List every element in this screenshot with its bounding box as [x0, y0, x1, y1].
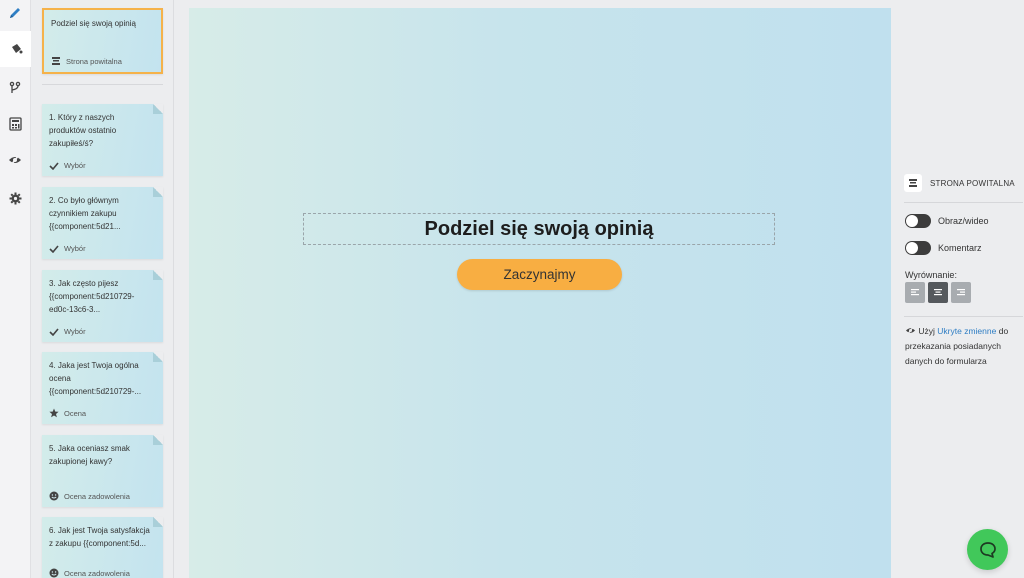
welcome-page-icon [904, 174, 922, 192]
question-text: 3. Jak często pijesz {{component:5d21072… [49, 279, 135, 314]
gear-icon[interactable] [5, 188, 25, 208]
alignment-label: Wyrównanie: [905, 270, 957, 280]
align-left-button[interactable] [905, 282, 925, 303]
welcome-card-title: Podziel się swoją opinią [51, 19, 136, 28]
divider [904, 316, 1023, 317]
media-toggle[interactable] [905, 214, 931, 228]
settings-panel: STRONA POWITALNA Obraz/wideo Komentarz W… [891, 0, 1024, 578]
question-type-label: Ocena zadowolenia [64, 568, 130, 578]
comment-toggle-label: Komentarz [938, 243, 982, 253]
note-prefix: Użyj [918, 326, 935, 336]
calculator-icon[interactable] [5, 114, 25, 134]
check-icon [49, 244, 59, 253]
align-right-icon [957, 289, 965, 296]
star-icon [49, 408, 59, 418]
welcome-page-card[interactable]: Podziel się swoją opinią Strona powitaln… [42, 8, 163, 74]
check-icon [49, 327, 59, 336]
question-type-label: Wybór [64, 327, 86, 336]
align-center-icon [934, 289, 942, 296]
pencil-icon[interactable] [5, 3, 25, 23]
question-card[interactable]: 1. Który z naszych produktów ostatnio za… [42, 104, 163, 176]
start-button[interactable]: Zaczynajmy [457, 259, 622, 290]
hidden-variables-link[interactable]: Ukryte zmienne [937, 326, 996, 336]
media-toggle-row: Obraz/wideo [905, 214, 989, 228]
smiley-icon [49, 491, 59, 501]
question-type-label: Ocena zadowolenia [64, 491, 130, 501]
question-type-label: Wybór [64, 244, 86, 253]
form-preview-canvas: Podziel się swoją opinią Zaczynajmy [189, 8, 891, 578]
hidden-variables-note: Użyj Ukryte zmienne do przekazania posia… [905, 324, 1023, 369]
chat-support-button[interactable] [967, 529, 1008, 570]
left-tool-rail [0, 0, 31, 578]
align-left-icon [911, 289, 919, 296]
divider [904, 202, 1023, 203]
comment-toggle-row: Komentarz [905, 241, 982, 255]
question-card[interactable]: 4. Jaka jest Twoja ogólna ocena {{compon… [42, 352, 163, 424]
panel-title: STRONA POWITALNA [930, 178, 1015, 188]
media-toggle-label: Obraz/wideo [938, 216, 989, 226]
question-text: 2. Co było głównym czynnikiem zakupu {{c… [49, 196, 121, 231]
welcome-page-icon [52, 57, 60, 65]
question-card[interactable]: 2. Co było głównym czynnikiem zakupu {{c… [42, 187, 163, 259]
welcome-heading-box[interactable]: Podziel się swoją opinią [303, 213, 775, 245]
comment-toggle[interactable] [905, 241, 931, 255]
welcome-heading[interactable]: Podziel się swoją opinią [425, 218, 654, 241]
question-text: 5. Jaka oceniasz smak zakupionej kawy? [49, 444, 130, 466]
divider [42, 84, 163, 85]
question-list: Podziel się swoją opinią Strona powitaln… [31, 0, 174, 578]
align-right-button[interactable] [951, 282, 971, 303]
question-card[interactable]: 5. Jaka oceniasz smak zakupionej kawy? O… [42, 435, 163, 507]
question-text: 6. Jak jest Twoja satysfakcja z zakupu {… [49, 526, 150, 548]
hidden-eye-icon [906, 326, 915, 335]
panel-header: STRONA POWITALNA [904, 174, 1015, 192]
question-text: 1. Który z naszych produktów ostatnio za… [49, 113, 117, 148]
hidden-eye-icon[interactable] [5, 150, 25, 170]
question-type-label: Ocena [64, 408, 87, 418]
chat-bubble-icon [979, 541, 996, 558]
smiley-icon [49, 568, 59, 578]
align-center-button[interactable] [928, 282, 948, 303]
branch-icon[interactable] [5, 78, 25, 98]
welcome-card-type: Strona powitalna [66, 56, 122, 66]
question-card[interactable]: 3. Jak często pijesz {{component:5d21072… [42, 270, 163, 342]
question-text: 4. Jaka jest Twoja ogólna ocena {{compon… [49, 361, 142, 396]
check-icon [49, 161, 59, 170]
question-type-label: Wybór [64, 161, 86, 170]
question-card[interactable]: 6. Jak jest Twoja satysfakcja z zakupu {… [42, 517, 163, 578]
alignment-group [905, 282, 971, 303]
paint-bucket-icon[interactable] [0, 31, 31, 67]
